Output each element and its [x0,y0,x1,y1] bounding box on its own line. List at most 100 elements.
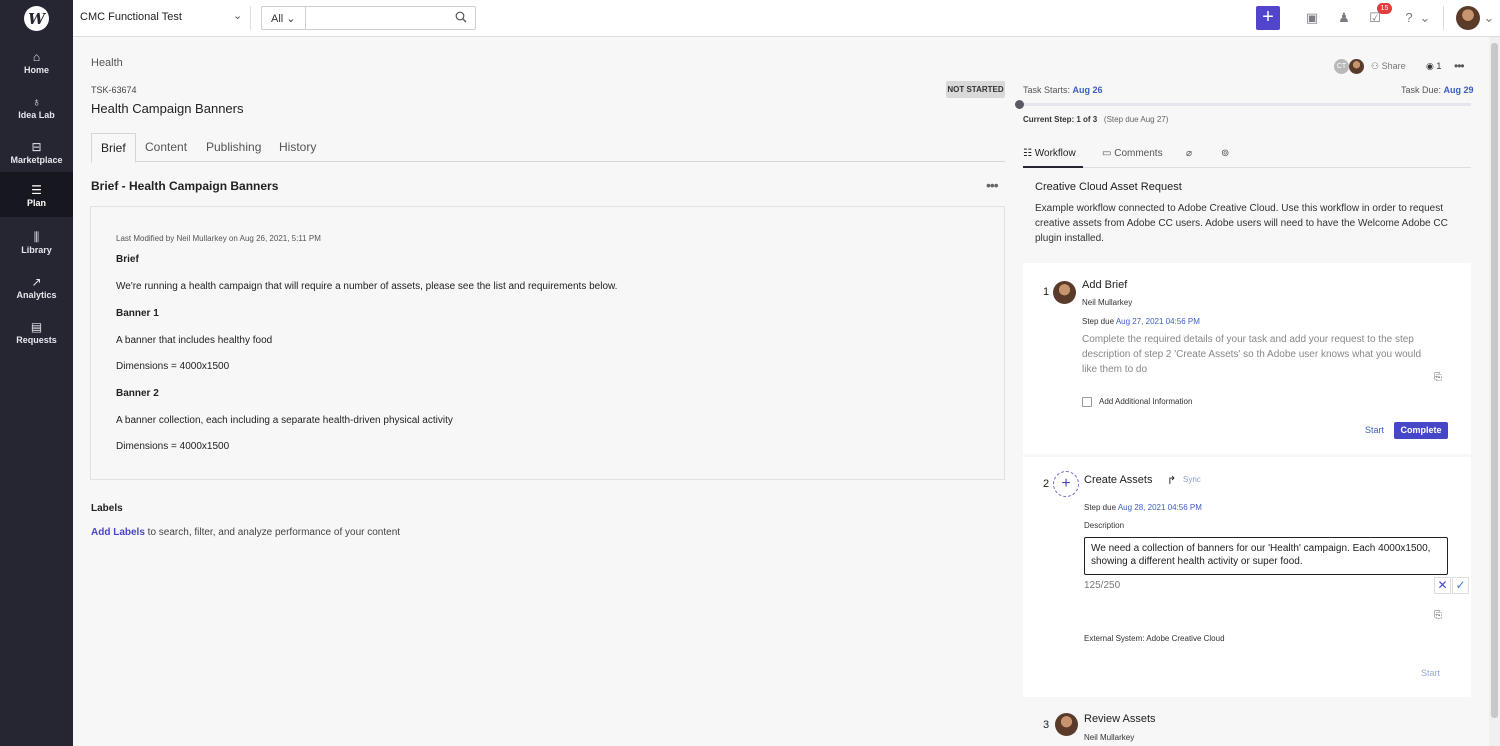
status-badge[interactable]: NOT STARTED [946,81,1005,98]
top-bar: CMC Functional Test ⌄ All ⌄ + ▣ ♟ ☑ 15 ?… [73,0,1500,37]
bulb-icon: ♁ [32,95,41,109]
sidebar-item-label: Idea Lab [18,110,55,120]
assignee-avatar[interactable] [1055,713,1078,736]
char-count: 125/250 [1084,580,1121,591]
labels-hint: to search, filter, and analyze performan… [144,527,401,538]
workflow-step: 2 + Create Assets ↱ Sync Step due Aug 28… [1023,457,1471,697]
brief-line: A banner that includes healthy food [116,335,273,346]
sidebar-item-analytics[interactable]: ↗ Analytics [0,266,73,311]
step-description: Complete the required details of your ta… [1082,334,1422,375]
tab-comments[interactable]: ▭ Comments [1102,140,1163,168]
step-description-input[interactable] [1084,537,1448,575]
list-icon: ☰ [31,183,42,197]
search-input[interactable] [310,9,450,27]
comment-icon: ▭ [1102,148,1115,159]
sidebar: W ⌂ Home ♁ Idea Lab ⊟ Marketplace ☰ Plan… [0,0,73,746]
add-assignee-icon[interactable]: + [1053,471,1079,497]
link-icon[interactable]: ⊚ [1221,140,1229,168]
chevron-down-icon[interactable]: ⌄ [1481,10,1497,26]
add-info-checkbox[interactable] [1082,397,1092,407]
tab-publishing[interactable]: Publishing [206,133,261,162]
sidebar-item-label: Library [21,245,52,255]
logo[interactable]: W [24,6,49,31]
brief-content[interactable]: Last Modified by Neil Mullarkey on Aug 2… [90,206,1005,480]
sidebar-item-library[interactable]: ⫼ Library [0,221,73,266]
brief-line: Dimensions = 4000x1500 [116,361,230,372]
attach-file-icon[interactable]: ⎘ [1434,372,1446,384]
sidebar-item-idea-lab[interactable]: ♁ Idea Lab [0,86,73,131]
page-title: Health Campaign Banners [91,101,244,116]
cancel-edit-button[interactable]: ✕ [1434,577,1451,594]
start-button[interactable]: Start [1421,668,1440,678]
workflow-description: Example workflow connected to Adobe Crea… [1035,203,1448,244]
notes-icon[interactable]: ▣ [1304,10,1320,26]
step-assignee: Neil Mullarkey [1082,298,1133,307]
tab-history[interactable]: History [279,133,316,162]
workflow-step: 1 Add Brief Neil Mullarkey Step due Aug … [1023,263,1471,454]
share-button[interactable]: ⚇ Share [1371,61,1406,72]
library-icon: ⫼ [33,230,40,244]
timeline-handle [1015,100,1024,109]
more-options-icon[interactable]: ••• [1454,59,1465,73]
brief-line: Dimensions = 4000x1500 [116,441,230,452]
step-assignee: Neil Mullarkey [1084,733,1135,742]
chart-icon: ↗ [31,275,42,289]
sidebar-item-label: Home [23,65,49,75]
workflow-icon: ☷ [1023,148,1035,159]
tab-brief[interactable]: Brief [91,133,136,163]
workspace-selector[interactable]: CMC Functional Test [80,11,182,23]
task-starts: Task Starts: Aug 26 [1023,85,1103,95]
labels-line: Add Labels to search, filter, and analyz… [91,527,400,538]
step-due: Step due Aug 28, 2021 04:56 PM [1084,503,1202,512]
collaborator-avatar[interactable]: CT [1334,59,1349,74]
sidebar-item-home[interactable]: ⌂ Home [0,41,73,86]
chevron-down-icon[interactable]: ⌄ [1417,10,1433,26]
complete-button[interactable]: Complete [1394,422,1448,439]
attachment-icon[interactable]: ⌀ [1186,140,1192,168]
external-system: External System: Adobe Creative Cloud [1084,634,1225,643]
sidebar-item-requests[interactable]: ▤ Requests [0,311,73,356]
help-icon[interactable]: ? [1401,10,1417,26]
more-options-icon[interactable]: ••• [986,177,999,193]
step-title: Create Assets [1084,474,1153,486]
current-step: Current Step: 1 of 3 (Step due Aug 27) [1023,115,1169,124]
attach-file-icon[interactable]: ⎘ [1434,610,1446,622]
sidebar-item-label: Analytics [16,290,57,300]
assignee-avatar[interactable] [1053,281,1076,304]
bell-icon[interactable]: ♟ [1336,10,1352,26]
divider [1443,6,1444,30]
chevron-down-icon[interactable]: ⌄ [233,9,242,22]
scrollbar-thumb[interactable] [1491,43,1498,718]
home-icon: ⌂ [32,50,41,64]
workflow-step: 3 Review Assets Neil Mullarkey [1023,700,1471,746]
tab-workflow[interactable]: ☷ Workflow [1023,140,1083,168]
sidebar-item-marketplace[interactable]: ⊟ Marketplace [0,131,73,176]
step-number: 3 [1043,719,1050,731]
step-number: 1 [1043,286,1050,298]
tab-content[interactable]: Content [145,133,187,162]
sync-link[interactable]: Sync [1183,475,1201,484]
confirm-edit-button[interactable]: ✓ [1452,577,1469,594]
start-button[interactable]: Start [1365,425,1384,435]
user-avatar[interactable] [1456,6,1480,30]
search-scope-select[interactable]: All ⌄ [262,7,306,29]
brief-line: We're running a health campaign that wil… [116,281,618,292]
sync-arrow-icon: ↱ [1167,475,1177,487]
create-button[interactable]: + [1256,6,1280,30]
step-title: Review Assets [1084,713,1156,725]
search-icon[interactable] [455,11,467,23]
scrollbar[interactable] [1489,37,1500,746]
task-due: Task Due: Aug 29 [1401,85,1474,95]
collaborator-avatar[interactable] [1349,59,1364,74]
users-icon: ⚇ [1371,61,1382,71]
watchers-button[interactable]: ◉ 1 [1426,61,1441,72]
document-icon: ▤ [30,320,43,334]
breadcrumb[interactable]: Health [91,57,123,69]
eye-icon: ◉ [1426,61,1437,71]
labels-title: Labels [91,503,123,514]
workflow-title: Creative Cloud Asset Request [1035,181,1182,193]
sidebar-item-plan[interactable]: ☰ Plan [0,172,73,217]
panel-tabs: ☷ Workflow ▭ Comments ⌀ ⊚ [1023,140,1471,168]
add-labels-link[interactable]: Add Labels [91,527,145,538]
description-label: Description [1084,521,1125,530]
